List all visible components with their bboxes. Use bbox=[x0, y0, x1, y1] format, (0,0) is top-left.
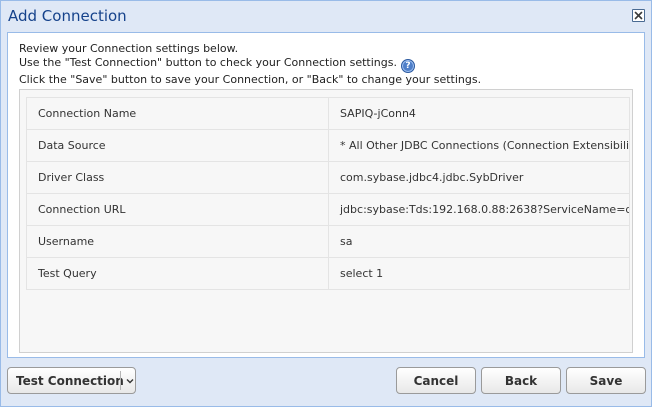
chevron-down-icon[interactable] bbox=[125, 368, 135, 405]
split-divider bbox=[120, 371, 121, 390]
add-connection-dialog: Add Connection Review your Connection se… bbox=[0, 0, 652, 407]
back-button[interactable]: Back bbox=[481, 367, 561, 394]
intro-line-test: Use the "Test Connection" button to chec… bbox=[19, 56, 481, 73]
table-row: Test Query select 1 bbox=[26, 257, 630, 290]
intro-line-review: Review your Connection settings below. bbox=[19, 42, 239, 55]
setting-key: Test Query bbox=[26, 257, 329, 290]
table-row: Driver Class com.sybase.jdbc4.jdbc.SybDr… bbox=[26, 161, 630, 194]
setting-key: Data Source bbox=[26, 129, 329, 162]
table-row: Username sa bbox=[26, 225, 630, 258]
setting-value: * All Other JDBC Connections (Connection… bbox=[328, 129, 630, 162]
settings-grid: Connection Name SAPIQ-jConn4 Data Source… bbox=[19, 89, 633, 353]
cancel-button[interactable]: Cancel bbox=[396, 367, 476, 394]
intro-text: Review your Connection settings below. U… bbox=[19, 42, 481, 86]
table-row: Connection Name SAPIQ-jConn4 bbox=[26, 97, 630, 130]
intro-line-test-text: Use the "Test Connection" button to chec… bbox=[19, 55, 397, 69]
close-icon[interactable] bbox=[632, 9, 645, 22]
setting-value: select 1 bbox=[328, 257, 630, 290]
dialog-titlebar[interactable]: Add Connection bbox=[1, 1, 651, 31]
dialog-title: Add Connection bbox=[8, 7, 127, 25]
settings-table: Connection Name SAPIQ-jConn4 Data Source… bbox=[26, 97, 630, 290]
setting-value: SAPIQ-jConn4 bbox=[328, 97, 630, 130]
intro-line-save: Click the "Save" button to save your Con… bbox=[19, 72, 482, 86]
dialog-footer: Test Connection Cancel Back Save bbox=[1, 361, 651, 406]
setting-key: Driver Class bbox=[26, 161, 329, 194]
help-icon[interactable]: ? bbox=[400, 58, 415, 73]
setting-key: Username bbox=[26, 225, 329, 258]
setting-value: jdbc:sybase:Tds:192.168.0.88:2638?Servic… bbox=[328, 193, 630, 226]
setting-key: Connection URL bbox=[26, 193, 329, 226]
table-row: Connection URL jdbc:sybase:Tds:192.168.0… bbox=[26, 193, 630, 226]
table-row: Data Source * All Other JDBC Connections… bbox=[26, 129, 630, 162]
setting-value: com.sybase.jdbc4.jdbc.SybDriver bbox=[328, 161, 630, 194]
test-connection-button[interactable]: Test Connection bbox=[7, 367, 136, 394]
save-button[interactable]: Save bbox=[566, 367, 646, 394]
test-connection-label: Test Connection bbox=[16, 374, 124, 388]
dialog-body: Review your Connection settings below. U… bbox=[7, 32, 645, 358]
setting-key: Connection Name bbox=[26, 97, 329, 130]
setting-value: sa bbox=[328, 225, 630, 258]
